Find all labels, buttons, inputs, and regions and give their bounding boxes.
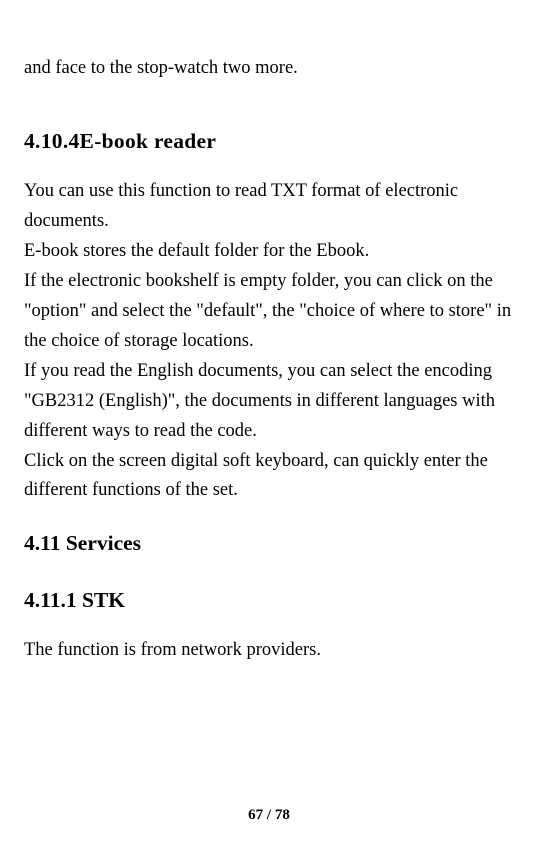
paragraph: If the electronic bookshelf is empty fol…: [24, 267, 514, 357]
fragment-previous-page: and face to the stop-watch two more.: [24, 54, 514, 84]
paragraph: E-book stores the default folder for the…: [24, 237, 514, 267]
section-4-10-4-body: You can use this function to read TXT fo…: [24, 177, 514, 507]
heading-4-11-1: 4.11.1 STK: [24, 583, 514, 618]
page-number-footer: 67 / 78: [0, 807, 538, 824]
paragraph: You can use this function to read TXT fo…: [24, 177, 514, 237]
heading-4-10-4: 4.10.4E-book reader: [24, 124, 514, 159]
heading-4-11: 4.11 Services: [24, 526, 514, 561]
fragment-text: and face to the stop-watch two more.: [24, 54, 514, 84]
section-4-11-1-body: The function is from network providers.: [24, 636, 514, 666]
page-content: and face to the stop-watch two more. 4.1…: [24, 54, 514, 666]
paragraph: If you read the English documents, you c…: [24, 357, 514, 447]
paragraph: The function is from network providers.: [24, 636, 514, 666]
paragraph: Click on the screen digital soft keyboar…: [24, 447, 514, 507]
